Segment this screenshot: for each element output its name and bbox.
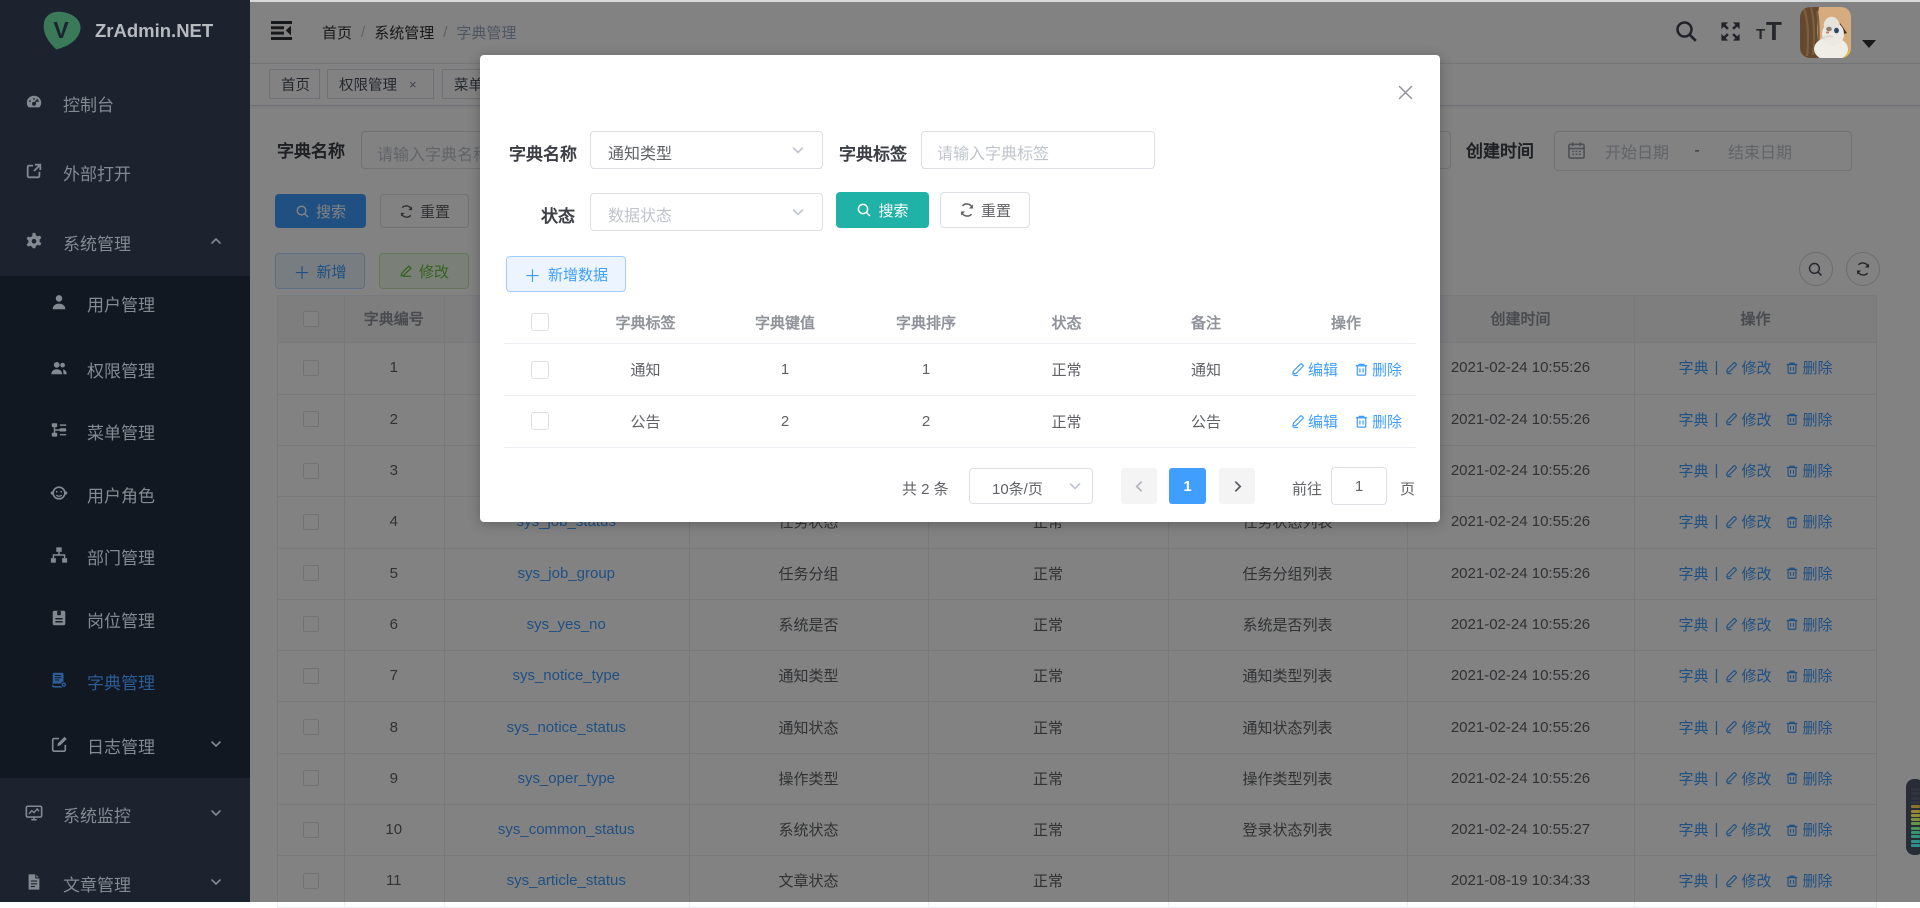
svg-text:V: V <box>53 17 69 43</box>
